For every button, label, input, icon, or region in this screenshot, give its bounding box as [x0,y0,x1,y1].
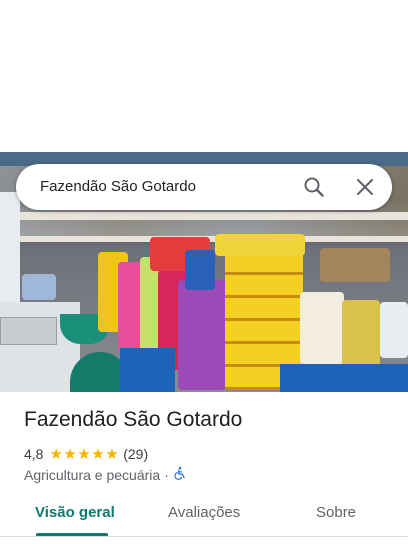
tab-about[interactable]: Sobre [316,504,356,521]
review-count[interactable]: (29) [123,446,148,462]
rating-value: 4,8 [24,446,44,462]
close-icon[interactable] [353,175,377,199]
place-info-panel: Fazendão São Gotardo 4,8 ★★★★★ (29) Agri… [0,392,408,544]
search-input[interactable]: Fazendão São Gotardo [40,178,196,195]
category-row: Agricultura e pecuária · [24,466,187,483]
tab-overview[interactable]: Visão geral [35,504,115,521]
search-bar[interactable]: Fazendão São Gotardo [16,164,392,210]
place-title: Fazendão São Gotardo [24,408,243,431]
search-icon[interactable] [302,175,326,199]
tab-reviews[interactable]: Avaliações [168,504,240,521]
place-category: Agricultura e pecuária [24,466,161,483]
rating-row[interactable]: 4,8 ★★★★★ (29) [24,445,148,463]
star-rating-icon: ★★★★★ [49,446,120,463]
wheelchair-accessible-icon [173,466,187,483]
tab-divider [0,536,408,537]
tab-bar: Visão geral Avaliações Sobre [0,502,408,536]
category-separator: · [164,466,169,483]
